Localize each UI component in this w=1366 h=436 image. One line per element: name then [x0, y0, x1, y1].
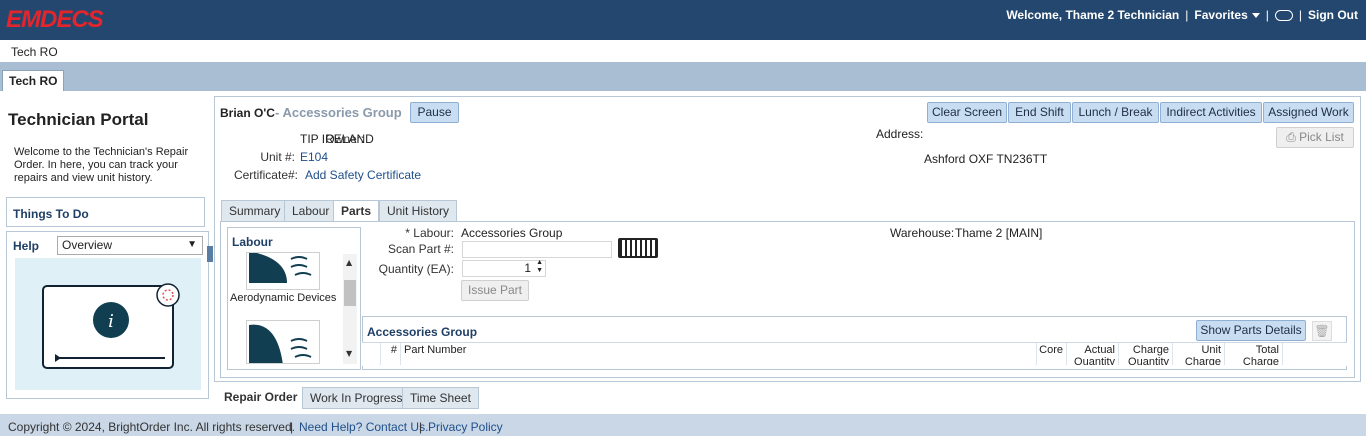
quantity-stepper[interactable]: 1 ▲ ▼ [462, 259, 546, 277]
brand-logo[interactable]: EMDECS [6, 6, 104, 34]
col-part-number[interactable]: Part Number [400, 343, 1036, 365]
help-topic-select[interactable]: Overview ▼ [57, 236, 203, 255]
unit-link[interactable]: E104 [300, 150, 328, 164]
tab-unit-history[interactable]: Unit History [379, 200, 458, 222]
unit-label: Unit #: [260, 150, 295, 164]
labour-field-value: Accessories Group [461, 226, 563, 240]
printer-icon: ⎙ [1286, 130, 1300, 144]
favorites-menu[interactable]: Favorites [1194, 8, 1260, 22]
tab-labour[interactable]: Labour [284, 200, 338, 222]
video-player-icon: i [42, 283, 180, 369]
quantity-value: 1 [524, 261, 531, 275]
col-spacer [1282, 343, 1322, 365]
labour-list-title: Labour [232, 235, 273, 249]
show-parts-details-button[interactable]: Show Parts Details [1196, 320, 1306, 341]
breadcrumb-item[interactable]: Tech RO [11, 45, 58, 59]
labour-list-scrollbar[interactable]: ▲ ▼ [343, 254, 357, 364]
col-number[interactable]: # [380, 343, 400, 365]
help-contact-link[interactable]: Need Help? Contact Us. [299, 420, 428, 434]
scroll-thumb[interactable] [344, 280, 356, 306]
warehouse-value: Thame 2 [MAIN] [955, 226, 1043, 240]
footer-separator: | [419, 420, 423, 434]
nav-separator: | [1185, 8, 1189, 22]
chevron-down-icon: ▼ [187, 239, 197, 250]
tab-work-in-progress[interactable]: Work In Progress [302, 387, 411, 409]
things-to-do-label: Things To Do [13, 207, 89, 221]
clear-screen-button[interactable]: Clear Screen [927, 102, 1007, 123]
stepper-arrows-icon[interactable]: ▲ ▼ [536, 259, 543, 275]
parts-grid-header: # Part Number Core Actual Quantity Charg… [362, 342, 1347, 366]
pick-list-label: Pick List [1299, 130, 1344, 144]
parts-grid-title: Accessories Group [367, 325, 478, 339]
issue-part-button[interactable]: Issue Part [461, 280, 529, 301]
copyright-text: Copyright © 2024, BrightOrder Inc. All r… [8, 420, 295, 434]
chat-bubble-icon[interactable] [1274, 9, 1293, 21]
privacy-policy-link[interactable]: Privacy Policy [428, 420, 503, 434]
help-video-thumbnail[interactable]: i [15, 258, 201, 390]
aerodynamic-device-icon[interactable] [246, 252, 320, 290]
scan-part-label: Scan Part #: [387, 242, 454, 256]
help-panel: Help Overview ▼ i [6, 231, 209, 399]
scroll-up-icon[interactable]: ▲ [346, 258, 352, 267]
labour-field-label: * Labour: [405, 226, 454, 240]
col-actual-quantity[interactable]: Actual Quantity [1066, 343, 1118, 365]
sidebar-collapse-handle[interactable] [207, 246, 213, 262]
footer-separator: | [290, 420, 294, 434]
top-bar: EMDECS Welcome, Thame 2 Technician | Fav… [0, 0, 1366, 40]
sign-out-link[interactable]: Sign Out [1308, 8, 1358, 22]
pause-button[interactable]: Pause [410, 102, 459, 123]
technician-name: Brian O'C [220, 106, 275, 120]
tab-parts[interactable]: Parts [333, 200, 380, 222]
col-unit-charge[interactable]: Unit Charge [1172, 343, 1224, 365]
labour-group-title: - Accessories Group [275, 105, 402, 120]
col-total-charge[interactable]: Total Charge [1224, 343, 1282, 365]
quantity-label: Quantity (EA): [378, 262, 454, 276]
main-tabstrip: Tech RO [0, 62, 1366, 93]
portal-description: Welcome to the Technician's Repair Order… [14, 146, 189, 184]
warehouse-label: Warehouse: [890, 226, 955, 240]
things-to-do-panel[interactable]: Things To Do [6, 197, 205, 227]
labour-item[interactable]: Aerodynamic Devices [230, 292, 336, 304]
footer: Copyright © 2024, BrightOrder Inc. All r… [0, 414, 1366, 436]
svg-text:i: i [108, 311, 114, 332]
help-topic-value: Overview [62, 238, 113, 252]
lunch-break-button[interactable]: Lunch / Break [1072, 102, 1159, 123]
welcome-text: Welcome, Thame 2 Technician [1006, 8, 1180, 22]
favorites-label: Favorites [1194, 8, 1248, 22]
indirect-activities-button[interactable]: Indirect Activities [1160, 102, 1262, 123]
address-value: Ashford OXF TN236TT [924, 152, 1048, 166]
owner-value: TIP IRELAND [300, 132, 374, 146]
tab-tech-ro[interactable]: Tech RO [2, 70, 65, 93]
aerodynamic-device-icon[interactable] [246, 320, 320, 364]
nav-separator: | [1298, 8, 1302, 22]
trash-icon[interactable]: 🗑 [1312, 321, 1332, 341]
end-shift-button[interactable]: End Shift [1008, 102, 1071, 123]
help-label: Help [13, 239, 40, 253]
pick-list-button[interactable]: ⎙ Pick List [1276, 127, 1354, 148]
tab-summary[interactable]: Summary [221, 200, 289, 222]
top-nav: Welcome, Thame 2 Technician | Favorites … [1006, 8, 1358, 22]
tab-repair-order[interactable]: Repair Order [216, 386, 306, 408]
portal-title: Technician Portal [8, 110, 149, 129]
address-label: Address: [876, 127, 924, 141]
nav-separator: | [1265, 8, 1269, 22]
scan-part-input[interactable] [462, 241, 612, 258]
scroll-down-icon[interactable]: ▼ [346, 349, 352, 358]
assigned-work-button[interactable]: Assigned Work [1263, 102, 1354, 123]
keyboard-icon[interactable] [618, 238, 658, 258]
col-charge-quantity[interactable]: Charge Quantity [1118, 343, 1172, 365]
chevron-down-icon [1251, 13, 1260, 19]
add-safety-certificate-link[interactable]: Add Safety Certificate [305, 168, 421, 182]
certificate-label: Certificate#: [233, 168, 298, 182]
col-core[interactable]: Core [1036, 343, 1066, 365]
tab-time-sheet[interactable]: Time Sheet [402, 387, 479, 409]
